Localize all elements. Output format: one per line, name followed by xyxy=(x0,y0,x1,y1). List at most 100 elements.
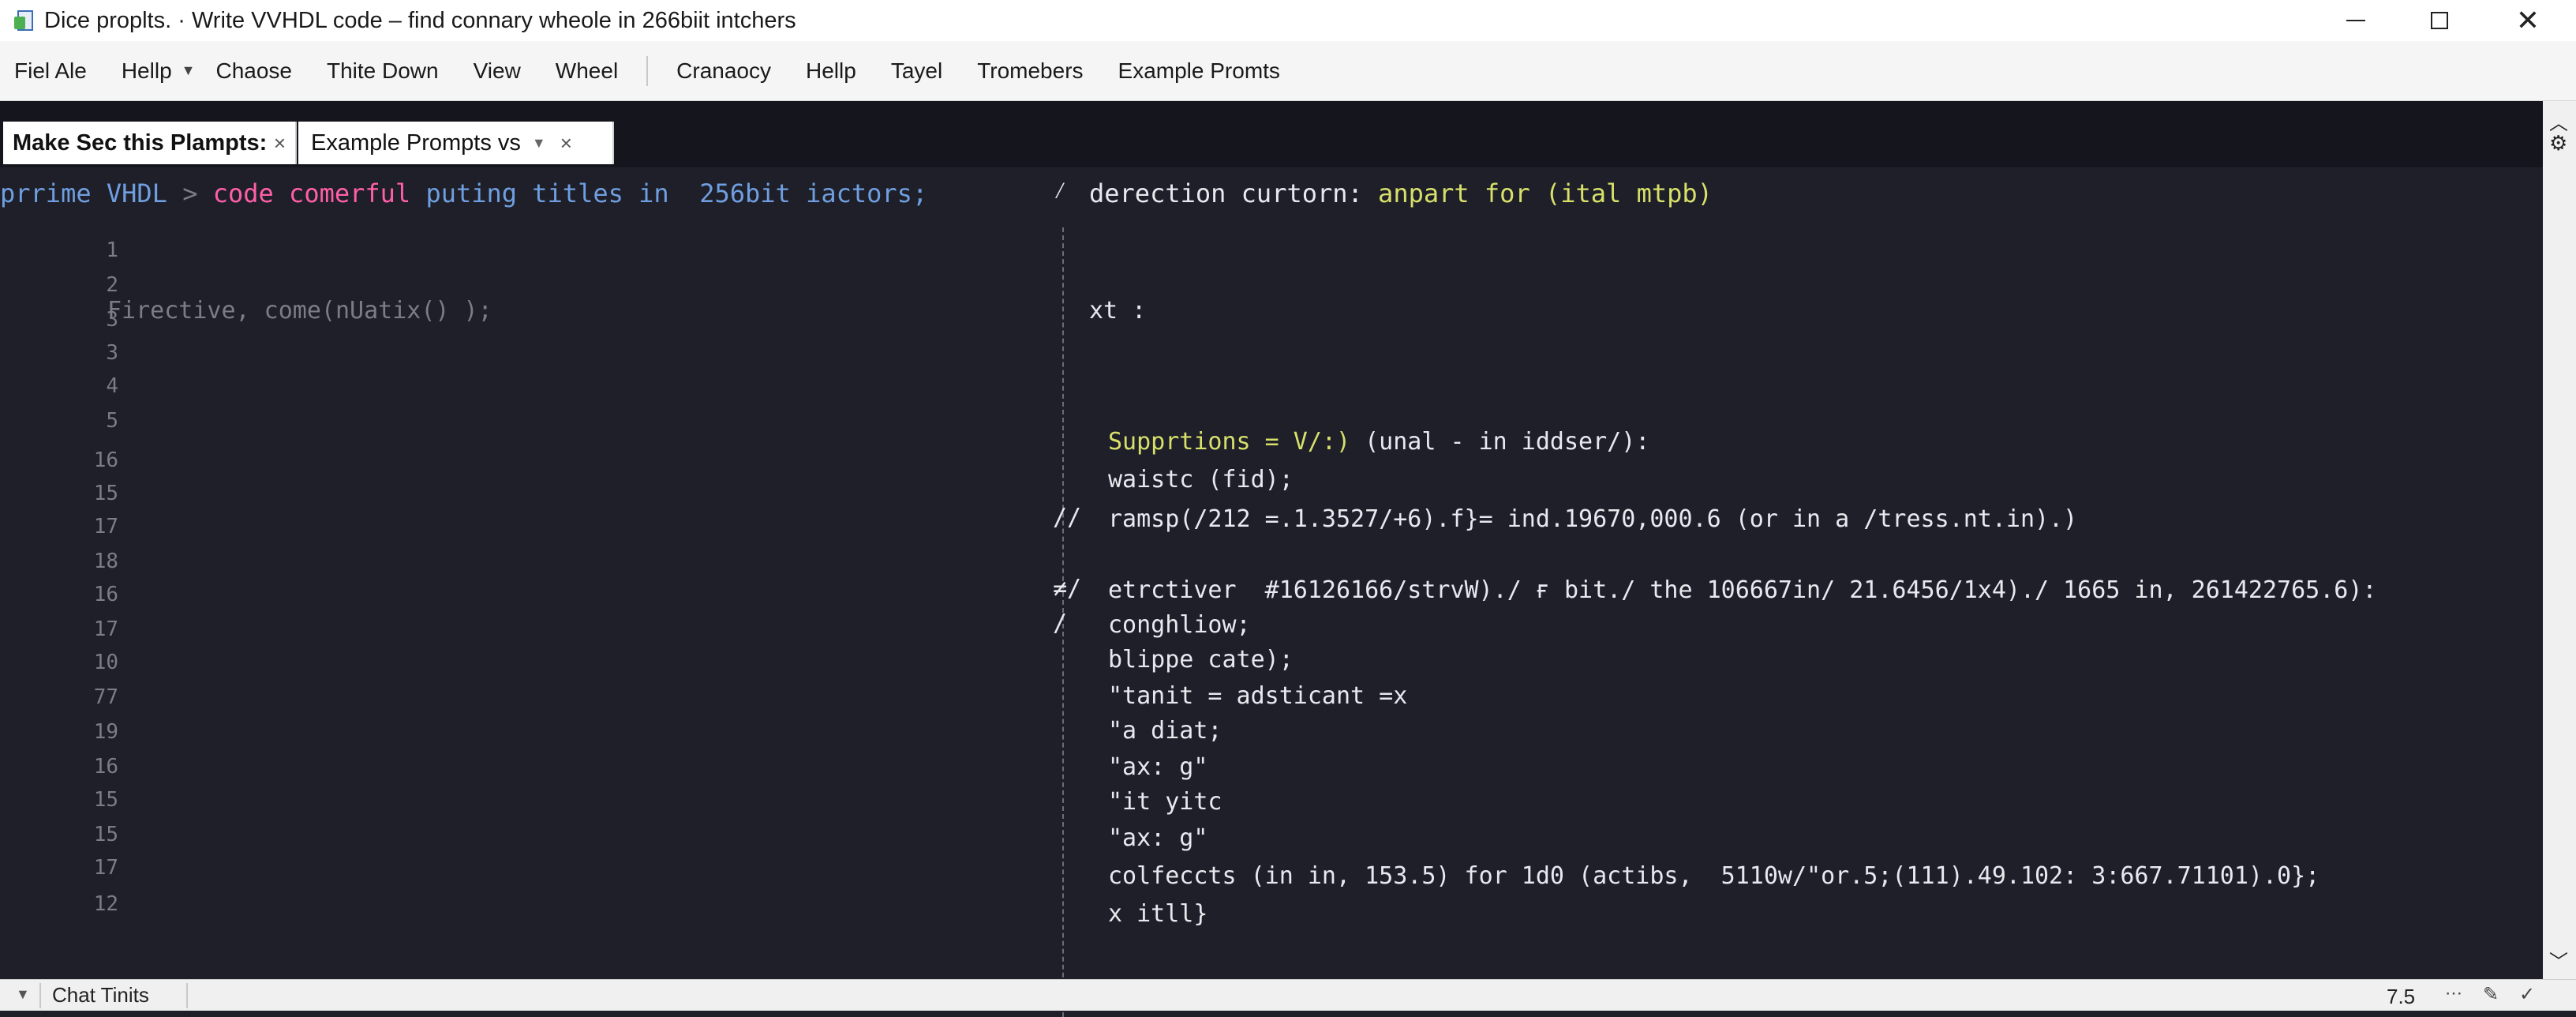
code-text: conghliow; xyxy=(1108,611,1251,639)
menu-item-wheel[interactable]: Wheel xyxy=(538,58,635,84)
line-number: 16 xyxy=(93,755,118,779)
code-text: blippe cate); xyxy=(1108,646,1294,674)
menu-item-tayel[interactable]: Tayel xyxy=(874,58,960,84)
window-title: Dice proplts. · Write VVHDL code – find … xyxy=(44,7,796,33)
code-accent: Supprtions = V/:) xyxy=(1108,428,1351,456)
right-header: derection curtorn: anpart for (ital mtpb… xyxy=(1089,178,1713,208)
line-number: 15 xyxy=(93,788,118,812)
code-text: waistc (fid); xyxy=(1108,466,1294,493)
menu-bar: Fiel Ale Hellp ▼ Chaose Thite Down View … xyxy=(0,41,2576,101)
menu-item-tromebers[interactable]: Tromebers xyxy=(960,58,1100,84)
code-line: "ax: g" xyxy=(1108,824,1208,852)
paint-icon[interactable]: ✎ xyxy=(2483,983,2499,1006)
menu-item-file[interactable]: Fiel Ale xyxy=(0,58,104,84)
code-line: "ax: g" xyxy=(1108,753,1208,781)
line-number: 17 xyxy=(93,856,118,880)
line-number: 1 xyxy=(106,238,118,262)
menu-separator xyxy=(646,55,649,86)
tab-label: Make Sec this Plampts: xyxy=(13,129,268,156)
chevron-down-icon[interactable]: ▼ xyxy=(182,62,196,79)
minimize-icon xyxy=(2346,20,2365,21)
gear-icon[interactable]: ⚙ xyxy=(2549,131,2567,156)
code-line-xt: xt : xyxy=(1089,297,1147,325)
right-header-accent: anpart for (ital mtpb) xyxy=(1378,178,1713,208)
line-number: 12 xyxy=(93,892,118,916)
menu-item-view[interactable]: View xyxy=(456,58,538,84)
code-line: conghliow; xyxy=(1108,611,1251,639)
code-line: ramsp(/212 =.1.3527/+6).f}= ind.19670,00… xyxy=(1108,505,2077,533)
line-number: 77 xyxy=(93,685,118,709)
code-text: x itll} xyxy=(1108,900,1208,928)
header-keyword: prrime VHDL xyxy=(0,178,167,208)
line-number: 15 xyxy=(93,482,118,505)
check-icon[interactable]: ✓ xyxy=(2519,983,2535,1006)
chat-tinits-label[interactable]: Chat Tinits xyxy=(52,983,149,1008)
comment-marker: / xyxy=(1053,610,1068,637)
chevron-down-icon[interactable]: ▼ xyxy=(532,135,546,152)
code-line: "it yitc xyxy=(1108,788,1222,816)
line-number: 3 xyxy=(106,341,118,365)
code-line: blippe cate); xyxy=(1108,646,1294,674)
code-text: "it yitc xyxy=(1108,788,1222,816)
code-line: etrctiver #16126166/strvW)./ ғ bit./ the… xyxy=(1108,576,2376,604)
code-text: "a diat; xyxy=(1108,717,1222,745)
close-icon[interactable]: × xyxy=(560,131,572,156)
status-bar: ▼ Chat Tinits 7.5 ⋯ ✎ ✓ xyxy=(0,979,2576,1011)
divider xyxy=(186,983,188,1008)
code-line: Supprtions = V/:) (unal - in iddser/): xyxy=(1108,428,1649,456)
arrow-glyph: > xyxy=(182,178,198,208)
close-window-button[interactable]: ✕ xyxy=(2484,0,2571,41)
header-highlight: code comerful xyxy=(212,178,411,208)
maximize-button[interactable] xyxy=(2396,0,2483,41)
chevron-down-icon[interactable]: ▼ xyxy=(16,986,30,1003)
document-icon xyxy=(14,9,35,32)
code-line-firective: Firective, come(nUatix() ); xyxy=(107,297,492,325)
code-text: "ax: g" xyxy=(1108,824,1208,852)
code-text: (unal - in iddser/): xyxy=(1350,428,1650,456)
code-line: "a diat; xyxy=(1108,717,1222,745)
tab-make-sec[interactable]: Make Sec this Plampts: × xyxy=(3,122,297,164)
tab-label: Example Prompts vs xyxy=(311,129,521,156)
code-line: waistc (fid); xyxy=(1108,466,1294,493)
right-header-text: derection curtorn: xyxy=(1089,178,1363,208)
tab-strip: Make Sec this Plampts: × Example Prompts… xyxy=(0,101,2576,167)
minimize-button[interactable] xyxy=(2312,0,2399,41)
line-number: 19 xyxy=(93,720,118,744)
chevron-down-icon[interactable]: ﹀ xyxy=(2549,946,2568,974)
code-text: colfeccts (in in, 153.5) for 1d0 (actibs… xyxy=(1108,862,2320,890)
code-editor[interactable]: prrime VHDL > code comerful puting title… xyxy=(0,167,2543,1017)
menu-item-thite-down[interactable]: Thite Down xyxy=(309,58,456,84)
more-icon[interactable]: ⋯ xyxy=(2445,983,2462,1004)
code-text: "ax: g" xyxy=(1108,753,1208,781)
line-number: 15 xyxy=(93,823,118,846)
code-line: colfeccts (in in, 153.5) for 1d0 (actibs… xyxy=(1108,862,2320,890)
divider xyxy=(39,983,41,1008)
comment-marker: ⁄ xyxy=(1053,177,1068,205)
zoom-level[interactable]: 7.5 xyxy=(2387,985,2415,1009)
maximize-icon xyxy=(2431,12,2448,29)
tab-example-prompts[interactable]: Example Prompts vs ▼ × xyxy=(298,122,614,164)
menu-item-cranaocy[interactable]: Cranaocy xyxy=(659,58,788,84)
close-icon: ✕ xyxy=(2515,4,2540,36)
menu-item-example-promts[interactable]: Example Promts xyxy=(1101,58,1297,84)
line-number: 2 xyxy=(106,273,118,297)
menu-item-chaose[interactable]: Chaose xyxy=(198,58,309,84)
code-text: etrctiver #16126166/strvW)./ ғ bit./ the… xyxy=(1108,576,2377,604)
line-number: 4 xyxy=(106,374,118,398)
line-number: 16 xyxy=(93,448,118,472)
menu-item-hellp[interactable]: Hellp xyxy=(788,58,874,84)
code-text: "tanit = adsticant =x xyxy=(1108,682,1408,710)
comment-marker: ≠/ xyxy=(1053,575,1082,602)
comment-marker: // xyxy=(1053,504,1082,531)
code-line: "tanit = adsticant =x xyxy=(1108,682,1407,710)
line-number: 16 xyxy=(93,583,118,606)
prompt-header: prrime VHDL > code comerful puting title… xyxy=(0,178,927,208)
code-text: ramsp(/212 =.1.3527/+6).f}= ind.19670,00… xyxy=(1108,505,2078,533)
line-number: 18 xyxy=(93,550,118,573)
line-number: 10 xyxy=(93,651,118,674)
right-rail: ︿ ⚙ ﹀ xyxy=(2543,101,2576,979)
line-number: 5 xyxy=(106,409,118,433)
header-tail: puting titles in 256bit iactors; xyxy=(425,178,928,208)
menu-item-help[interactable]: Hellp xyxy=(104,58,189,84)
close-icon[interactable]: × xyxy=(274,131,286,156)
